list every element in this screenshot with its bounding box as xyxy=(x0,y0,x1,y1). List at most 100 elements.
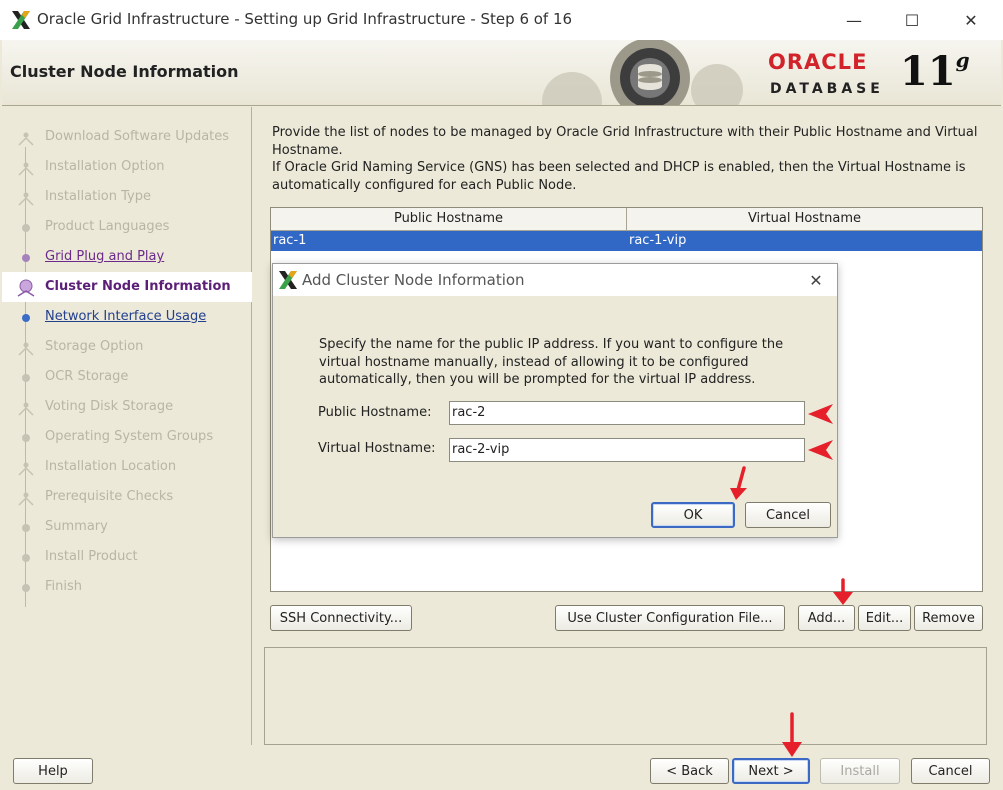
annotation-arrow-down-icon xyxy=(730,466,747,500)
annotation-arrow-down-icon xyxy=(782,712,802,757)
step-item[interactable]: Cluster Node Information xyxy=(2,272,252,302)
step-label: Installation Location xyxy=(45,459,177,474)
step-item: OCR Storage xyxy=(2,362,252,392)
step-label: Product Languages xyxy=(45,219,170,234)
back-label: < Back xyxy=(666,763,713,779)
dialog-close-button[interactable]: ✕ xyxy=(803,269,829,291)
close-icon: ✕ xyxy=(964,10,978,30)
maximize-button[interactable]: ☐ xyxy=(889,4,935,36)
step-label: Installation Option xyxy=(45,159,165,174)
dot-icon xyxy=(22,554,30,562)
next-label: Next > xyxy=(748,763,794,779)
step-label: Download Software Updates xyxy=(45,129,230,144)
next-button[interactable]: Next > xyxy=(732,758,810,784)
use-cluster-config-file-button[interactable]: Use Cluster Configuration File... xyxy=(555,605,785,631)
cell-public-hostname[interactable]: rac-1 xyxy=(271,231,627,251)
page-title: Cluster Node Information xyxy=(10,62,239,81)
public-hostname-input[interactable]: rac-2 xyxy=(449,401,805,425)
step-item: Installation Location xyxy=(2,452,252,482)
step-item: Finish xyxy=(2,572,252,602)
window-title: Oracle Grid Infrastructure - Setting up … xyxy=(37,10,573,28)
annotation-arrow-down-icon xyxy=(833,578,853,605)
step-label: Cluster Node Information xyxy=(45,279,231,294)
dialog-description: Specify the name for the public IP addre… xyxy=(319,336,799,389)
remove-node-label: Remove xyxy=(922,610,975,626)
cancel-button[interactable]: Cancel xyxy=(911,758,990,784)
version-suffix: g xyxy=(955,48,970,72)
person-icon xyxy=(18,192,34,206)
column-header-public-hostname[interactable]: Public Hostname xyxy=(271,208,627,231)
window-titlebar: Oracle Grid Infrastructure - Setting up … xyxy=(0,0,1003,40)
dialog-title: Add Cluster Node Information xyxy=(302,271,525,289)
step-item: Prerequisite Checks xyxy=(2,482,252,512)
step-item: Operating System Groups xyxy=(2,422,252,452)
step-item: Product Languages xyxy=(2,212,252,242)
dialog-description-text: Specify the name for the public IP addre… xyxy=(319,337,784,387)
step-label: Finish xyxy=(45,579,83,594)
step-label: Voting Disk Storage xyxy=(45,399,174,414)
version-number: 11 xyxy=(900,48,956,95)
virtual-hostname-input[interactable]: rac-2-vip xyxy=(449,438,805,462)
step-label: Operating System Groups xyxy=(45,429,214,444)
table-row[interactable]: rac-1 rac-1-vip xyxy=(271,231,982,251)
install-button[interactable]: Install xyxy=(820,758,900,784)
step-item: Voting Disk Storage xyxy=(2,392,252,422)
add-node-button[interactable]: Add... xyxy=(798,605,855,631)
dot-icon xyxy=(22,374,30,382)
dot-icon xyxy=(22,584,30,592)
step-label: Install Product xyxy=(45,549,138,564)
dot-icon xyxy=(22,524,30,532)
use-cluster-config-file-label: Use Cluster Configuration File... xyxy=(567,610,773,626)
dot-icon xyxy=(22,254,30,262)
close-icon: ✕ xyxy=(809,270,823,290)
ssh-connectivity-button[interactable]: SSH Connectivity... xyxy=(270,605,412,631)
ssh-connectivity-label: SSH Connectivity... xyxy=(279,610,403,626)
oracle-x-logo-icon xyxy=(279,271,297,289)
step-item[interactable]: Grid Plug and Play xyxy=(2,242,252,272)
dialog-cancel-button[interactable]: Cancel xyxy=(745,502,831,528)
step-label: Storage Option xyxy=(45,339,144,354)
step-item: Download Software Updates xyxy=(2,122,252,152)
edit-node-label: Edit... xyxy=(865,610,904,626)
description-line-2: If Oracle Grid Naming Service (GNS) has … xyxy=(272,160,966,193)
version-label: 11g xyxy=(900,50,970,92)
dialog-ok-label: OK xyxy=(683,507,703,523)
person-icon xyxy=(18,462,34,476)
step-item: Storage Option xyxy=(2,332,252,362)
database-label: DATABASE xyxy=(770,81,884,97)
edit-node-button[interactable]: Edit... xyxy=(858,605,911,631)
dialog-titlebar: Add Cluster Node Information ✕ xyxy=(273,264,837,296)
message-area xyxy=(264,647,987,745)
step-item: Installation Option xyxy=(2,152,252,182)
cell-virtual-hostname[interactable]: rac-1-vip xyxy=(627,231,982,251)
header-banner: Cluster Node Information ORACLE DATABASE… xyxy=(2,40,1001,106)
table-header: Public Hostname Virtual Hostname xyxy=(271,208,982,231)
minimize-button[interactable]: — xyxy=(831,4,877,36)
person-icon xyxy=(18,162,34,176)
dot-icon xyxy=(22,434,30,442)
cancel-label: Cancel xyxy=(928,763,973,779)
add-node-label: Add... xyxy=(807,610,846,626)
add-cluster-node-dialog: Add Cluster Node Information ✕ Specify t… xyxy=(272,263,838,538)
step-item[interactable]: Network Interface Usage xyxy=(2,302,252,332)
remove-node-button[interactable]: Remove xyxy=(914,605,983,631)
column-header-virtual-hostname[interactable]: Virtual Hostname xyxy=(627,208,982,231)
step-item: Summary xyxy=(2,512,252,542)
step-item: Installation Type xyxy=(2,182,252,212)
dialog-ok-button[interactable]: OK xyxy=(651,502,735,528)
public-hostname-label: Public Hostname: xyxy=(318,405,432,420)
install-label: Install xyxy=(840,763,880,779)
step-label: Grid Plug and Play xyxy=(45,249,165,264)
step-item: Install Product xyxy=(2,542,252,572)
dialog-cancel-label: Cancel xyxy=(765,507,811,523)
back-button[interactable]: < Back xyxy=(650,758,729,784)
virtual-hostname-label: Virtual Hostname: xyxy=(318,441,436,456)
dot-icon xyxy=(22,224,30,232)
help-button[interactable]: Help xyxy=(13,758,93,784)
oracle-database-logo: ORACLE DATABASE xyxy=(768,50,892,100)
annotation-arrow-left-icon xyxy=(808,404,833,424)
step-label: OCR Storage xyxy=(45,369,129,384)
person-icon xyxy=(18,342,34,356)
close-window-button[interactable]: ✕ xyxy=(948,4,994,36)
person-icon xyxy=(18,402,34,416)
